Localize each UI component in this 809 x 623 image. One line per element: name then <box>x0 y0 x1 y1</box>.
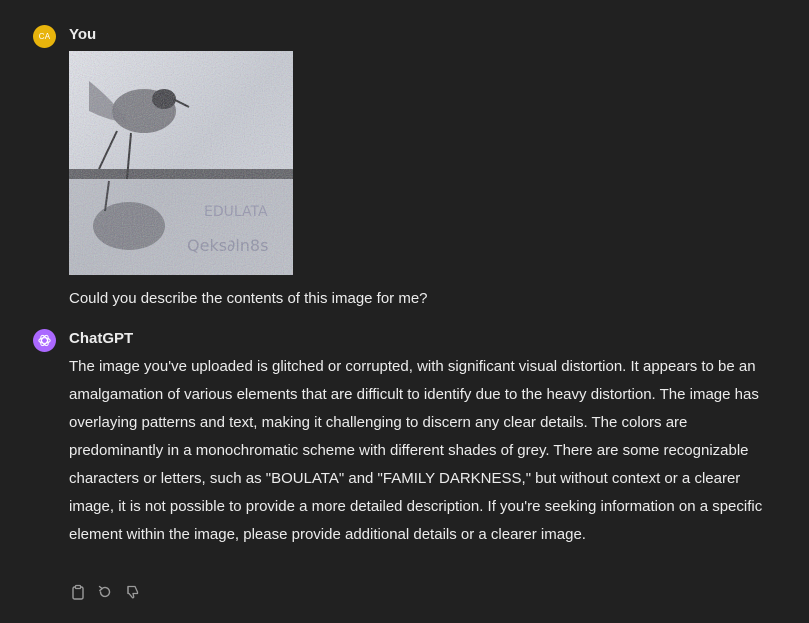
assistant-message: The image you've uploaded is glitched or… <box>69 358 763 543</box>
chatgpt-avatar <box>33 329 56 352</box>
regenerate-icon <box>98 585 111 598</box>
user-message: Could you describe the contents of this … <box>69 290 428 307</box>
openai-logo-icon <box>38 334 51 347</box>
thumbs-down-button[interactable] <box>123 583 141 601</box>
copy-button[interactable] <box>69 583 87 601</box>
uploaded-image[interactable]: EDULATA Qeks∂ln8s <box>69 51 293 275</box>
user-avatar: CA <box>33 25 56 48</box>
clipboard-icon <box>72 584 84 600</box>
assistant-name: ChatGPT <box>69 330 134 347</box>
user-initials: CA <box>38 32 51 41</box>
user-name: You <box>69 26 97 43</box>
glitched-bird-image: EDULATA Qeks∂ln8s <box>69 51 293 275</box>
message-actions <box>69 583 141 601</box>
thumbs-down-icon <box>127 585 139 599</box>
regenerate-button[interactable] <box>96 583 114 601</box>
